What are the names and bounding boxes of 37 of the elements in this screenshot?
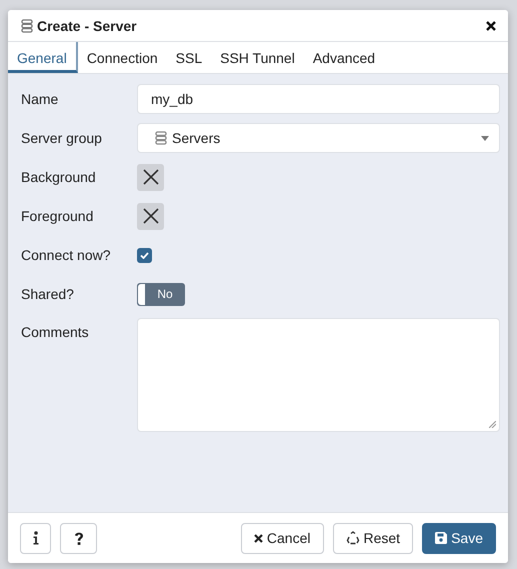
field-label: Name — [21, 91, 60, 107]
check-icon — [140, 252, 149, 258]
close-icon — [486, 20, 496, 30]
help-icon — [74, 530, 84, 546]
cross-icon — [142, 169, 158, 185]
field-label: Background — [21, 169, 97, 185]
caret-icon — [481, 136, 489, 140]
tab[interactable]: Advanced — [304, 42, 384, 73]
window-title: Create - Server — [37, 18, 137, 34]
field-label: Shared? — [21, 286, 75, 302]
reset-button[interactable]: Reset — [332, 522, 414, 554]
close-icon — [254, 534, 263, 542]
close-button[interactable] — [484, 18, 498, 32]
field-label: Comments — [21, 323, 90, 340]
info-icon — [32, 531, 38, 545]
field-label: Connect now? — [21, 247, 112, 263]
color-picker[interactable] — [137, 164, 164, 190]
text-field[interactable]: my_db — [137, 84, 500, 114]
resize-handle-icon — [489, 421, 496, 428]
field-label: Server group — [21, 130, 103, 146]
checkbox[interactable] — [137, 248, 152, 262]
help-button[interactable] — [60, 522, 97, 554]
cross-icon — [142, 208, 158, 224]
cancel-button[interactable]: Cancel — [240, 522, 324, 554]
info-button[interactable] — [20, 522, 51, 554]
select-field[interactable]: Servers — [137, 123, 500, 153]
color-picker[interactable] — [137, 202, 164, 230]
tab[interactable]: Connection — [78, 42, 167, 73]
save-button[interactable]: Save — [422, 522, 496, 554]
database-icon — [155, 131, 167, 145]
field-label: Foreground — [21, 208, 94, 224]
toggle-switch[interactable]: No — [137, 282, 185, 306]
tab[interactable]: SSL — [166, 42, 212, 73]
tab[interactable]: SSH Tunnel — [211, 42, 304, 73]
comments-field[interactable] — [137, 318, 500, 432]
tab[interactable]: General — [8, 42, 78, 73]
database-icon — [21, 18, 33, 32]
